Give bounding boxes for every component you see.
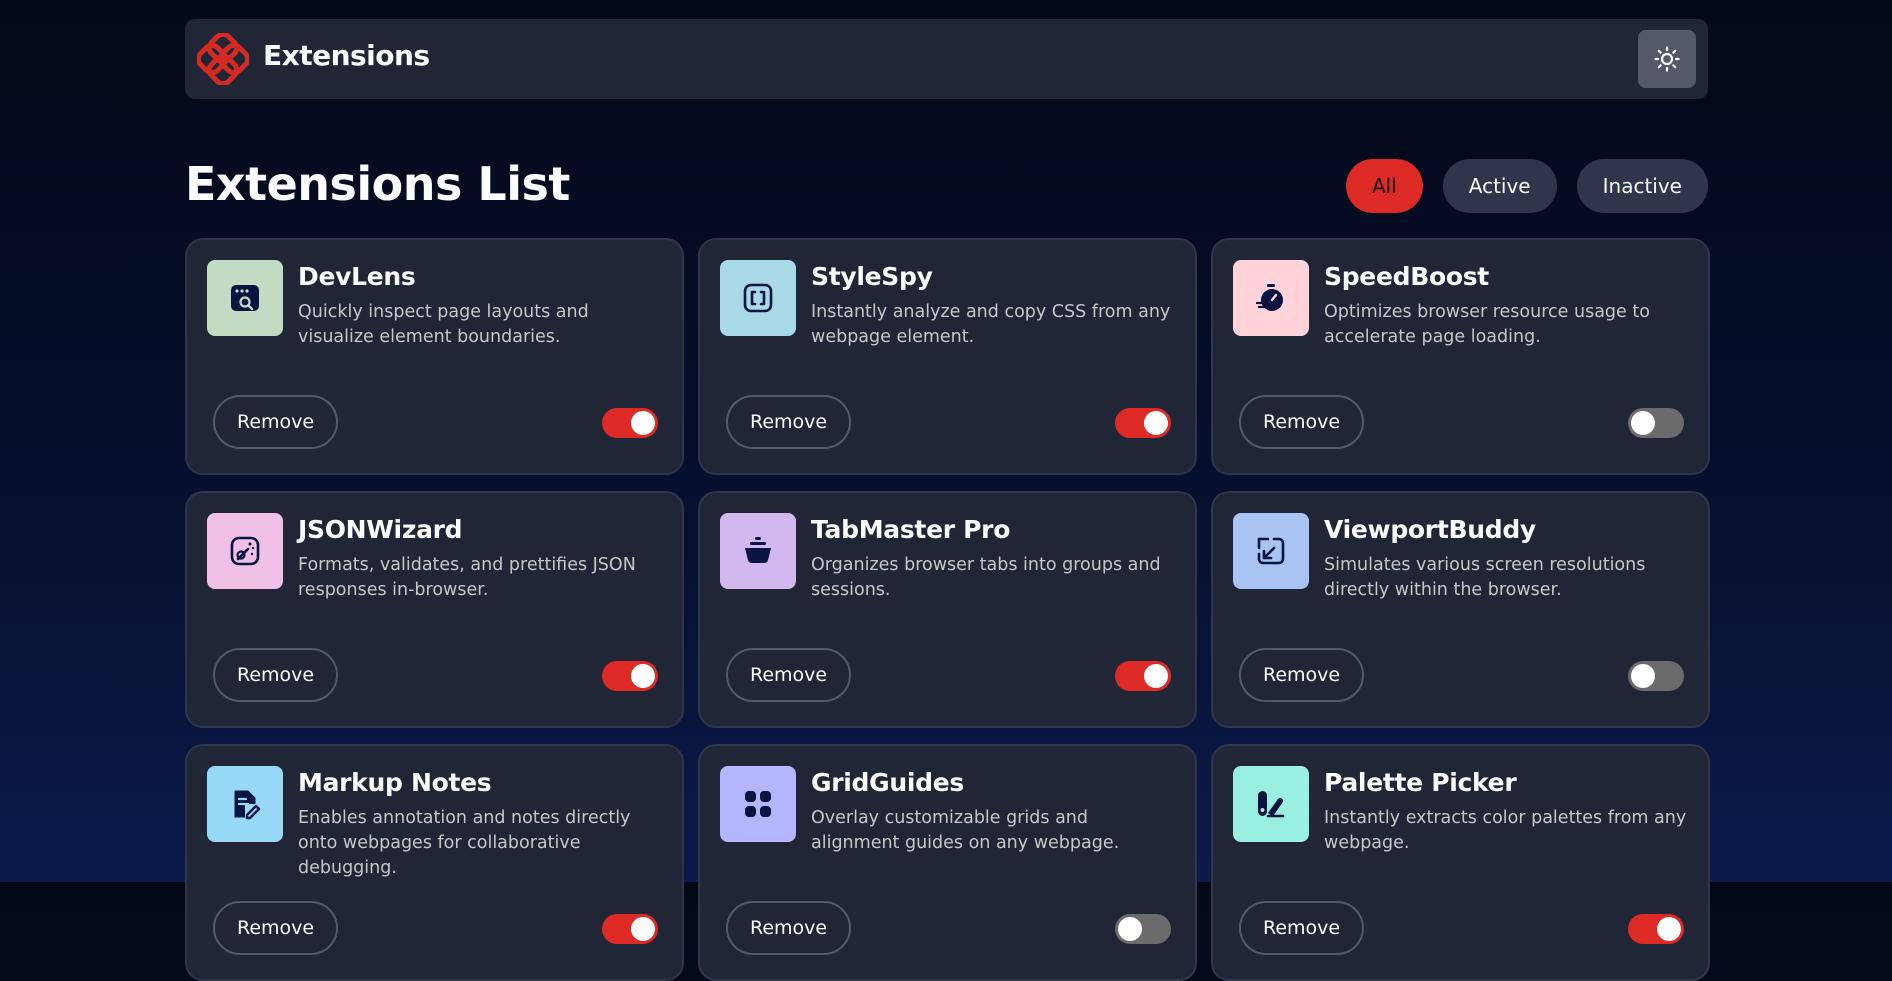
- remove-button[interactable]: Remove: [726, 648, 852, 702]
- toggle-knob: [1631, 664, 1655, 688]
- extension-name: JSONWizard: [298, 515, 463, 544]
- remove-button[interactable]: Remove: [213, 395, 339, 449]
- extension-description: Instantly analyze and copy CSS from any …: [811, 302, 1171, 347]
- extension-card: DevLens Quickly inspect page layouts and…: [185, 238, 684, 475]
- extension-description: Organizes browser tabs into groups and s…: [811, 555, 1161, 600]
- remove-button[interactable]: Remove: [726, 901, 852, 955]
- extensions-grid: DevLens Quickly inspect page layouts and…: [185, 238, 1710, 981]
- extension-name: SpeedBoost: [1324, 262, 1489, 291]
- enable-toggle[interactable]: [1628, 661, 1684, 691]
- top-header: Extensions: [185, 19, 1708, 99]
- toggle-knob: [631, 664, 655, 688]
- gridguides-icon: [720, 766, 796, 842]
- extension-card: StyleSpy Instantly analyze and copy CSS …: [698, 238, 1197, 475]
- remove-button[interactable]: Remove: [1239, 901, 1365, 955]
- speedboost-icon: [1233, 260, 1309, 336]
- extension-card: TabMaster Pro Organizes browser tabs int…: [698, 491, 1197, 728]
- extension-name: GridGuides: [811, 768, 964, 797]
- enable-toggle[interactable]: [1628, 408, 1684, 438]
- extension-description: Simulates various screen resolutions dir…: [1324, 555, 1646, 600]
- enable-toggle[interactable]: [1115, 408, 1171, 438]
- filter-inactive-button[interactable]: Inactive: [1576, 159, 1708, 213]
- extension-card: SpeedBoost Optimizes browser resource us…: [1211, 238, 1710, 475]
- extension-description: Enables annotation and notes directly on…: [298, 808, 631, 878]
- enable-toggle[interactable]: [1628, 914, 1684, 944]
- theme-toggle-button[interactable]: [1638, 30, 1696, 88]
- extension-card: Markup Notes Enables annotation and note…: [185, 744, 684, 981]
- toggle-knob: [1118, 917, 1142, 941]
- extension-name: ViewportBuddy: [1324, 515, 1536, 544]
- toggle-knob: [631, 917, 655, 941]
- page-title: Extensions List: [185, 157, 570, 211]
- tabmaster-icon: [720, 513, 796, 589]
- extension-name: DevLens: [298, 262, 416, 291]
- extension-card: GridGuides Overlay customizable grids an…: [698, 744, 1197, 981]
- remove-button[interactable]: Remove: [213, 901, 339, 955]
- enable-toggle[interactable]: [602, 914, 658, 944]
- toggle-knob: [1144, 411, 1168, 435]
- toggle-knob: [1144, 664, 1168, 688]
- toggle-knob: [1657, 917, 1681, 941]
- logo-icon: [197, 33, 249, 85]
- toggle-knob: [1631, 411, 1655, 435]
- sun-icon: [1654, 46, 1680, 72]
- stylespy-icon: [720, 260, 796, 336]
- extension-card: Palette Picker Instantly extracts color …: [1211, 744, 1710, 981]
- extension-card: ViewportBuddy Simulates various screen r…: [1211, 491, 1710, 728]
- extension-description: Overlay customizable grids and alignment…: [811, 808, 1120, 853]
- enable-toggle[interactable]: [602, 661, 658, 691]
- extension-card: JSONWizard Formats, validates, and prett…: [185, 491, 684, 728]
- extension-name: TabMaster Pro: [811, 515, 1011, 544]
- palettepicker-icon: [1233, 766, 1309, 842]
- filter-all-button[interactable]: All: [1345, 159, 1423, 213]
- enable-toggle[interactable]: [602, 408, 658, 438]
- remove-button[interactable]: Remove: [726, 395, 852, 449]
- extension-description: Formats, validates, and prettifies JSON …: [298, 555, 636, 600]
- markupnotes-icon: [207, 766, 283, 842]
- remove-button[interactable]: Remove: [1239, 395, 1365, 449]
- extension-description: Quickly inspect page layouts and visuali…: [298, 302, 589, 347]
- filter-active-button[interactable]: Active: [1442, 159, 1557, 213]
- enable-toggle[interactable]: [1115, 914, 1171, 944]
- extension-name: StyleSpy: [811, 262, 933, 291]
- extension-description: Instantly extracts color palettes from a…: [1324, 808, 1687, 853]
- logo-text: Extensions: [263, 39, 430, 72]
- remove-button[interactable]: Remove: [213, 648, 339, 702]
- extension-name: Markup Notes: [298, 768, 492, 797]
- viewportbuddy-icon: [1233, 513, 1309, 589]
- filter-group: All Active Inactive: [1345, 159, 1708, 213]
- extension-name: Palette Picker: [1324, 768, 1517, 797]
- devlens-icon: [207, 260, 283, 336]
- enable-toggle[interactable]: [1115, 661, 1171, 691]
- remove-button[interactable]: Remove: [1239, 648, 1365, 702]
- toggle-knob: [631, 411, 655, 435]
- extension-description: Optimizes browser resource usage to acce…: [1324, 302, 1650, 347]
- jsonwizard-icon: [207, 513, 283, 589]
